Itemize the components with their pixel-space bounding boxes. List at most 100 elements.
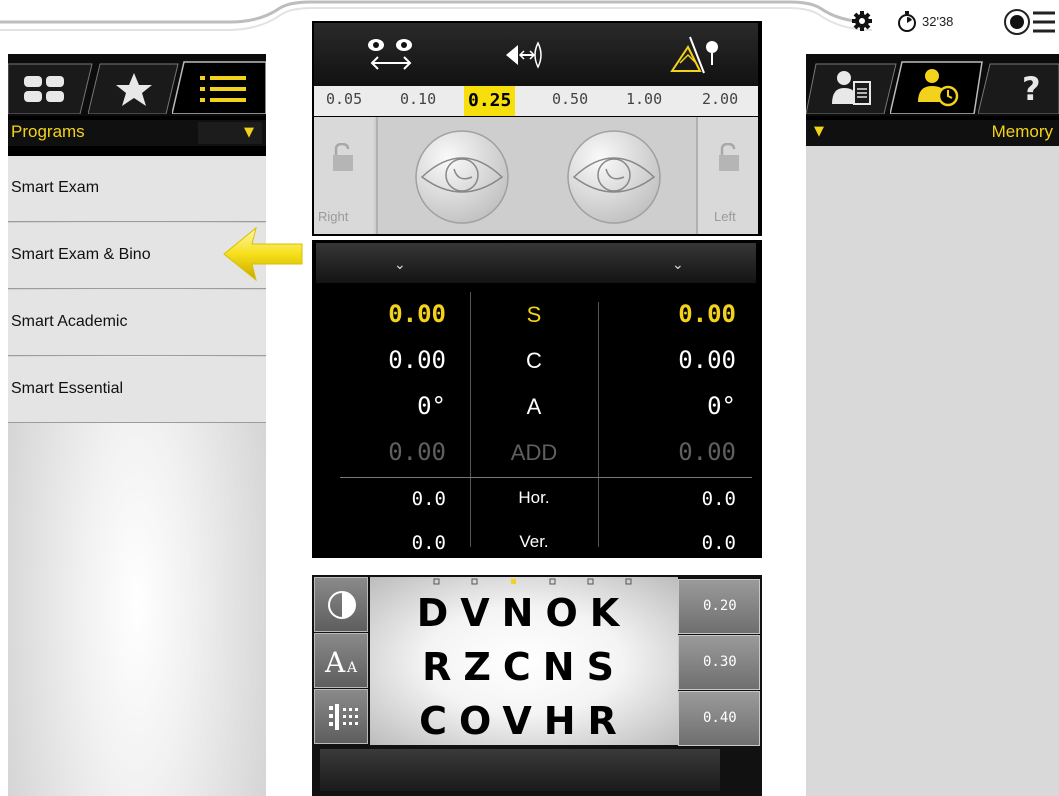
memory-title: Memory: [991, 122, 1053, 141]
right-sphere-value[interactable]: 0.00: [332, 300, 446, 328]
divider: [376, 117, 378, 234]
refraction-panel: ⌄ ⌄ 0.00 S 0.00 0.00 C 0.00 0° A 0° 0.00…: [312, 240, 762, 558]
left-add-value[interactable]: 0.00: [618, 438, 736, 466]
vertical-label: Ver.: [519, 532, 549, 551]
acuity-row[interactable]: DVNOK: [370, 591, 678, 635]
acuity-footer-bar[interactable]: [320, 749, 720, 791]
help-icon: ?: [1022, 70, 1041, 108]
right-cylinder-value[interactable]: 0.00: [332, 346, 446, 374]
distance-option[interactable]: 0.05: [326, 90, 362, 108]
fog-icon[interactable]: [670, 33, 722, 77]
acuity-row[interactable]: COVHR: [370, 699, 678, 743]
font-size-button[interactable]: A A: [314, 633, 368, 688]
letter-markers: [433, 578, 632, 585]
left-eye-lock[interactable]: Left: [698, 117, 758, 234]
timer-icon: [898, 11, 916, 32]
acuity-value-tab[interactable]: 0.30: [678, 635, 760, 690]
distance-panel: 0.05 0.10 0.25 0.50 1.00 2.00 Right Left: [312, 21, 762, 236]
right-vertical-prism[interactable]: 0.0: [332, 532, 446, 554]
tab-grid[interactable]: [8, 60, 96, 114]
programs-dropdown[interactable]: ▼: [198, 122, 262, 144]
acuity-value-tab[interactable]: 0.40: [678, 691, 760, 746]
distance-option-selected[interactable]: 0.25: [464, 86, 516, 116]
pattern-button[interactable]: [314, 689, 368, 744]
svg-text:A: A: [346, 660, 358, 676]
acuity-row[interactable]: RZCNS: [370, 645, 678, 689]
right-tab-bar: ?: [806, 54, 1059, 116]
timer-value: 32'38: [922, 14, 954, 29]
acuity-value-tab[interactable]: 0.20: [678, 579, 760, 634]
distance-toolbar: [314, 23, 758, 86]
divider: [598, 302, 599, 547]
left-label: Left: [714, 209, 736, 224]
memory-panel: ? ▼ Memory: [806, 54, 1059, 796]
tab-list[interactable]: [172, 60, 266, 114]
left-horizontal-prism[interactable]: 0.0: [618, 488, 736, 510]
acuity-value: 0.20: [703, 598, 737, 614]
add-label: ADD: [510, 440, 558, 465]
acuity-value: 0.30: [703, 654, 737, 670]
unlock-icon: [333, 143, 353, 171]
right-label: Right: [318, 209, 349, 224]
left-eye-icon[interactable]: [564, 129, 664, 225]
memory-header[interactable]: ▼ Memory: [806, 120, 1059, 146]
left-vertical-prism[interactable]: 0.0: [618, 532, 736, 554]
unlock-icon: [719, 143, 739, 171]
program-smart-academic[interactable]: Smart Academic: [8, 290, 266, 356]
right-axis-value[interactable]: 0°: [332, 392, 446, 420]
contrast-button[interactable]: [314, 577, 368, 632]
program-label: Smart Academic: [11, 313, 128, 330]
program-smart-essential[interactable]: Smart Essential: [8, 357, 266, 423]
left-sphere-value[interactable]: 0.00: [618, 300, 736, 328]
gear-icon[interactable]: [851, 10, 873, 32]
tab-patient-history[interactable]: [890, 60, 986, 114]
eye-selector: Right Left: [314, 117, 758, 234]
chevron-down-icon[interactable]: ⌄: [672, 257, 684, 273]
svg-text:A: A: [324, 646, 346, 678]
divider: [340, 477, 752, 478]
acuity-panel: A A DVNOK RZCNS COVHR 0.20 0.30 0.40: [312, 575, 762, 796]
left-axis-value[interactable]: 0°: [618, 392, 736, 420]
left-tab-bar: [8, 54, 266, 116]
distance-option[interactable]: 2.00: [702, 90, 738, 108]
program-label: Smart Essential: [11, 380, 124, 397]
distance-selector: 0.05 0.10 0.25 0.50 1.00 2.00: [314, 86, 758, 116]
tab-patient-record[interactable]: [806, 60, 898, 114]
tab-favorites[interactable]: [88, 60, 180, 114]
distance-option[interactable]: 1.00: [626, 90, 662, 108]
chevron-down-icon[interactable]: ▼: [814, 124, 824, 139]
programs-header[interactable]: Programs ▼: [8, 120, 266, 146]
yellow-arrow-icon: [223, 226, 303, 282]
refraction-header: ⌄ ⌄: [316, 243, 756, 283]
distance-option[interactable]: 0.50: [552, 90, 588, 108]
sphere-label: S: [526, 302, 542, 327]
distance-option[interactable]: 0.10: [400, 90, 436, 108]
chevron-down-icon: ▼: [244, 125, 254, 140]
programs-panel: Programs ▼ Smart Exam Smart Exam & Bino …: [8, 54, 266, 796]
program-smart-exam[interactable]: Smart Exam: [8, 156, 266, 222]
program-label: Smart Exam & Bino: [11, 246, 151, 263]
chevron-down-icon[interactable]: ⌄: [394, 257, 406, 273]
memory-content: [806, 146, 1059, 796]
left-cylinder-value[interactable]: 0.00: [618, 346, 736, 374]
pattern-icon: [329, 704, 358, 730]
contrast-icon: [328, 591, 356, 619]
exam-timer[interactable]: 32'38: [895, 9, 961, 33]
programs-title: Programs: [11, 122, 85, 141]
tab-help[interactable]: ?: [978, 60, 1059, 114]
axis-label: A: [526, 394, 542, 419]
right-add-value[interactable]: 0.00: [332, 438, 446, 466]
cylinder-label: C: [526, 348, 542, 373]
font-size-icon: A A: [324, 646, 358, 678]
acuity-chart[interactable]: DVNOK RZCNS COVHR: [370, 577, 678, 745]
horizontal-label: Hor.: [518, 488, 550, 507]
right-eye-lock[interactable]: Right: [314, 117, 374, 234]
divider: [696, 117, 698, 234]
menu-icon[interactable]: [1003, 7, 1055, 37]
right-horizontal-prism[interactable]: 0.0: [332, 488, 446, 510]
vertex-icon[interactable]: [502, 35, 550, 75]
right-eye-icon[interactable]: [412, 129, 512, 225]
divider: [470, 292, 471, 547]
program-label: Smart Exam: [11, 179, 100, 196]
eyes-distance-icon[interactable]: [362, 35, 422, 75]
